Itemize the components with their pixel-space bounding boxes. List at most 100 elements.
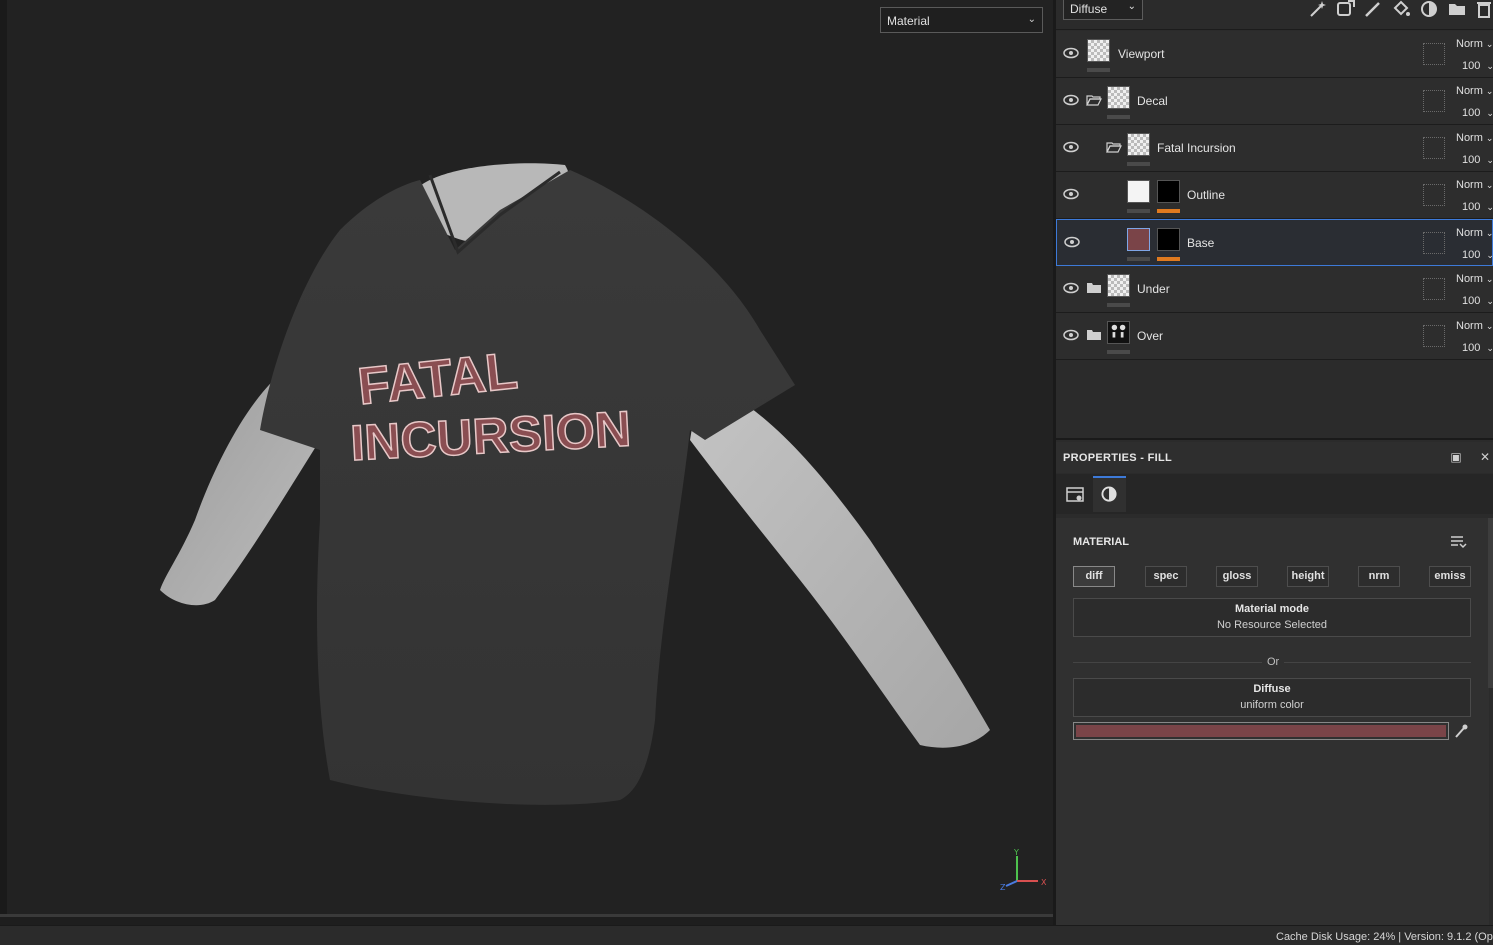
- opacity-field[interactable]: 100 ⌄: [1462, 249, 1493, 261]
- mask-slot[interactable]: [1423, 137, 1445, 159]
- chevron-down-icon: ⌄: [1486, 61, 1493, 71]
- opacity-value: 100: [1462, 107, 1481, 119]
- blend-mode-dropdown[interactable]: Norm ⌄: [1456, 85, 1493, 97]
- mask-active-bar: [1157, 257, 1180, 261]
- chevron-down-icon: ⌄: [1485, 86, 1493, 96]
- chevron-down-icon: ⌄: [1486, 296, 1493, 306]
- opacity-field[interactable]: 100 ⌄: [1462, 295, 1493, 307]
- layer-fatal-incursion[interactable]: Fatal Incursion Norm ⌄ 100 ⌄: [1056, 125, 1493, 172]
- opacity-value: 100: [1462, 342, 1481, 354]
- blend-mode-value: Norm: [1456, 85, 1483, 97]
- opacity-field[interactable]: 100 ⌄: [1462, 107, 1493, 119]
- menu-list-icon[interactable]: [1449, 533, 1467, 549]
- layer-outline[interactable]: Outline Norm ⌄ 100 ⌄: [1056, 172, 1493, 219]
- layer-name: Under: [1137, 282, 1170, 296]
- material-view-dropdown[interactable]: Material ⌄: [880, 7, 1043, 33]
- layer-under[interactable]: Under Norm ⌄ 100 ⌄: [1056, 266, 1493, 313]
- viewport-left-edge: [0, 0, 7, 917]
- axis-gizmo: Y X Z: [1000, 848, 1047, 892]
- layer-mask-thumbnail[interactable]: [1157, 228, 1180, 251]
- layer-fill-thumbnail: [1127, 180, 1150, 203]
- chevron-down-icon: ⌄: [1485, 228, 1493, 238]
- properties-title: PROPERTIES - FILL: [1063, 452, 1172, 464]
- layer-thumbnail: [1107, 86, 1130, 109]
- chevron-down-icon: ⌄: [1485, 180, 1493, 190]
- trash-icon[interactable]: [1474, 0, 1493, 18]
- magic-wand-icon[interactable]: [1307, 0, 1327, 18]
- folder-icon[interactable]: [1447, 0, 1467, 18]
- folder-closed-icon[interactable]: [1086, 329, 1102, 341]
- eye-icon[interactable]: [1063, 235, 1081, 249]
- chevron-down-icon: ⌄: [1485, 133, 1493, 143]
- channel-toggle-gloss[interactable]: gloss: [1216, 566, 1258, 587]
- tab-layer-settings-icon[interactable]: [1059, 476, 1092, 512]
- layers-toolbar: Diffuse ⌄: [1056, 0, 1493, 30]
- eye-icon[interactable]: [1062, 187, 1080, 201]
- layer-decal[interactable]: Decal Norm ⌄ 100 ⌄: [1056, 78, 1493, 125]
- eyedropper-icon[interactable]: [1454, 723, 1468, 739]
- mask-slot[interactable]: [1423, 43, 1445, 65]
- material-section-title: MATERIAL: [1073, 536, 1130, 548]
- 3d-viewport[interactable]: FATAL INCURSION Material ⌄ Y X Z: [0, 0, 1053, 917]
- channel-toggle-emiss[interactable]: emiss: [1429, 566, 1471, 587]
- chevron-down-icon: ⌄: [1127, 1, 1136, 12]
- material-mode-value: No Resource Selected: [1216, 619, 1328, 631]
- channel-toggle-nrm[interactable]: nrm: [1358, 566, 1400, 587]
- eye-icon[interactable]: [1062, 46, 1080, 60]
- eye-icon[interactable]: [1062, 93, 1080, 107]
- opacity-field[interactable]: 100 ⌄: [1462, 60, 1493, 72]
- diffuse-color-swatch[interactable]: [1073, 722, 1449, 740]
- eye-icon[interactable]: [1062, 328, 1080, 342]
- blend-mode-dropdown[interactable]: Norm ⌄: [1456, 227, 1493, 239]
- mask-slot[interactable]: [1423, 90, 1445, 112]
- add-effect-icon[interactable]: [1335, 0, 1355, 18]
- channel-toggle-spec[interactable]: spec: [1145, 566, 1187, 587]
- brush-icon[interactable]: [1363, 0, 1383, 18]
- layer-viewport[interactable]: Viewport Norm ⌄ 100 ⌄: [1056, 31, 1493, 78]
- chevron-down-icon: ⌄: [1486, 202, 1493, 212]
- channel-dropdown[interactable]: Diffuse ⌄: [1063, 0, 1143, 20]
- chevron-down-icon: ⌄: [1485, 39, 1493, 49]
- opacity-value: 100: [1462, 201, 1481, 213]
- folder-closed-icon[interactable]: [1086, 282, 1102, 294]
- material-ball-icon[interactable]: [1419, 0, 1439, 18]
- material-mode-selector[interactable]: Material mode No Resource Selected: [1073, 598, 1471, 637]
- blend-mode-dropdown[interactable]: Norm ⌄: [1456, 132, 1493, 144]
- folder-open-icon[interactable]: [1086, 94, 1102, 106]
- opacity-field[interactable]: 100 ⌄: [1462, 201, 1493, 213]
- opacity-field[interactable]: 100 ⌄: [1462, 342, 1493, 354]
- close-icon[interactable]: ✕: [1478, 450, 1492, 464]
- tab-material-icon[interactable]: [1093, 476, 1126, 512]
- layer-mask-thumbnail[interactable]: [1157, 180, 1180, 203]
- layer-base[interactable]: Base Norm ⌄ 100 ⌄: [1056, 219, 1493, 266]
- mask-slot[interactable]: [1423, 278, 1445, 300]
- chevron-down-icon: ⌄: [1485, 321, 1493, 331]
- diffuse-source-selector[interactable]: Diffuse uniform color: [1073, 678, 1471, 717]
- maximize-icon[interactable]: ▣: [1449, 450, 1463, 464]
- chevron-down-icon: ⌄: [1486, 250, 1493, 260]
- layer-over[interactable]: Over Norm ⌄ 100 ⌄: [1056, 313, 1493, 360]
- mask-slot[interactable]: [1423, 232, 1445, 254]
- or-label: Or: [1262, 656, 1285, 668]
- folder-open-icon[interactable]: [1106, 141, 1122, 153]
- fill-bucket-icon[interactable]: [1391, 0, 1411, 18]
- properties-scrollbar[interactable]: [1488, 518, 1493, 688]
- opacity-value: 100: [1462, 60, 1481, 72]
- layer-name: Viewport: [1118, 47, 1165, 61]
- blend-mode-dropdown[interactable]: Norm ⌄: [1456, 38, 1493, 50]
- blend-mode-dropdown[interactable]: Norm ⌄: [1456, 179, 1493, 191]
- mask-slot[interactable]: [1423, 325, 1445, 347]
- eye-icon[interactable]: [1062, 140, 1080, 154]
- right-panel: Diffuse ⌄ Viewport Norm ⌄ 100 ⌄ Decal No…: [1053, 0, 1493, 925]
- eye-icon[interactable]: [1062, 281, 1080, 295]
- mask-slot[interactable]: [1423, 184, 1445, 206]
- channel-toggle-height[interactable]: height: [1287, 566, 1329, 587]
- channel-toggle-diff[interactable]: diff: [1073, 566, 1115, 587]
- thumbnail-bar: [1107, 303, 1130, 307]
- blend-mode-dropdown[interactable]: Norm ⌄: [1456, 320, 1493, 332]
- opacity-field[interactable]: 100 ⌄: [1462, 154, 1493, 166]
- properties-tabs: [1056, 474, 1493, 514]
- tshirt-model: FATAL INCURSION: [160, 163, 990, 805]
- blend-mode-dropdown[interactable]: Norm ⌄: [1456, 273, 1493, 285]
- material-mode-label: Material mode: [1235, 603, 1309, 615]
